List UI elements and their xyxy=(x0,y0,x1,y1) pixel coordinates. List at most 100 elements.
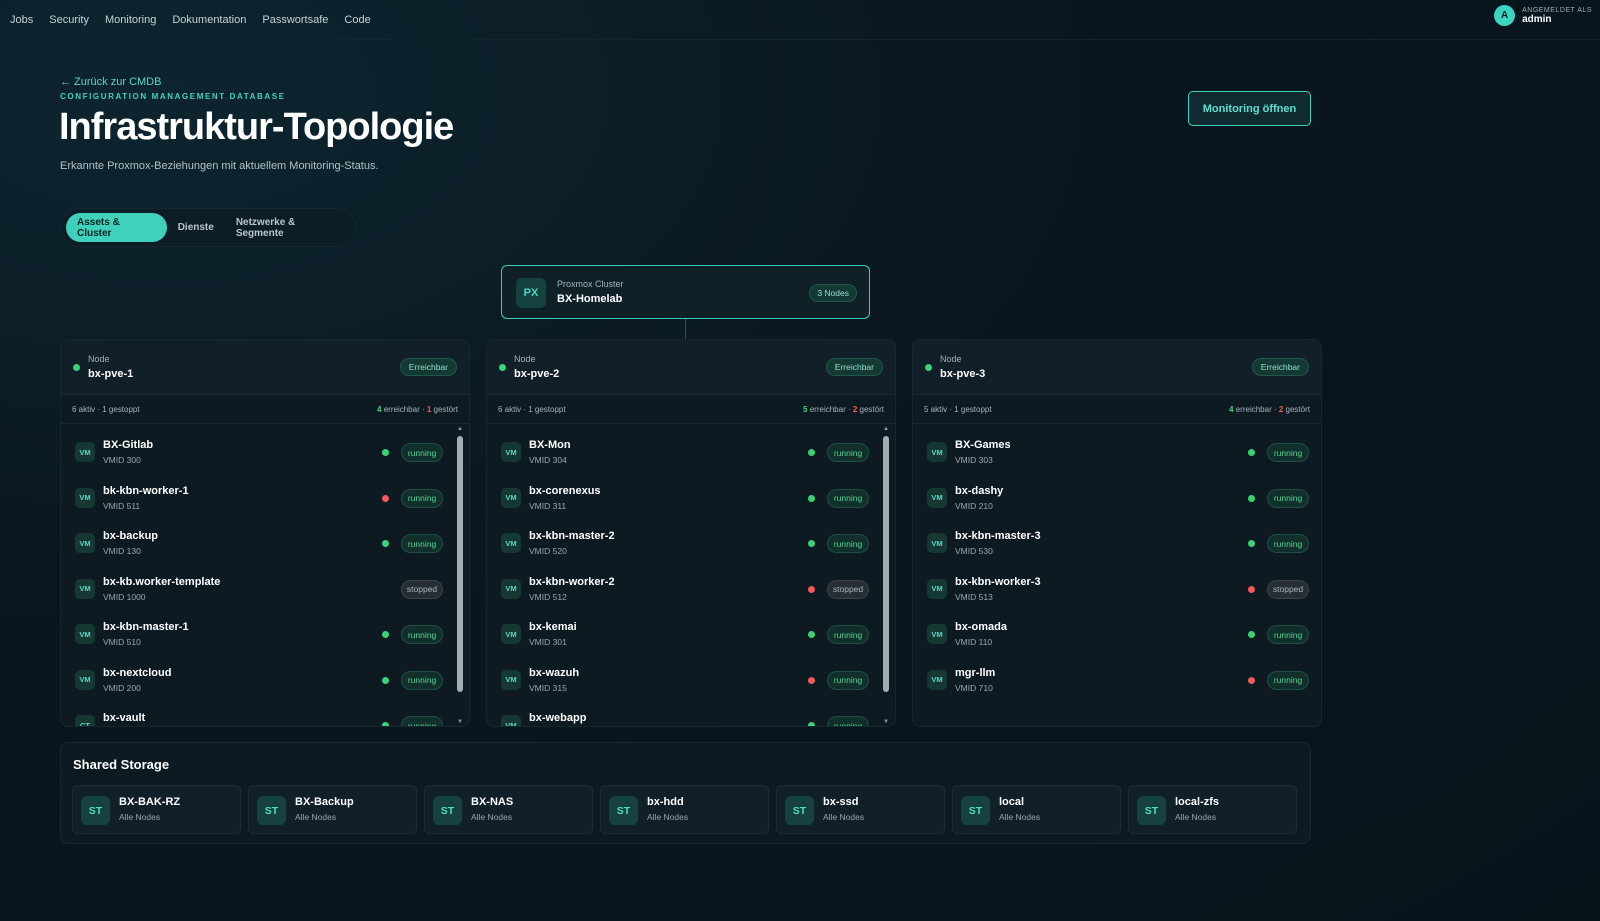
node-name: bx-pve-3 xyxy=(940,368,986,380)
cluster-connector-line xyxy=(685,319,686,339)
scrollbar-thumb[interactable] xyxy=(883,436,889,692)
cluster-type-label: Proxmox Cluster xyxy=(557,279,624,289)
vm-row[interactable]: VM bx-kb.worker-template VMID 1000 stopped xyxy=(61,569,469,615)
cluster-card[interactable]: PX Proxmox Cluster BX-Homelab 3 Nodes xyxy=(501,265,870,319)
node-status-dot xyxy=(499,364,506,371)
vm-id: VMID 304 xyxy=(529,455,567,465)
vm-row[interactable]: VM bx-kbn-worker-2 VMID 512 stopped xyxy=(487,569,895,615)
storage-card[interactable]: ST local-zfs Alle Nodes xyxy=(1128,785,1297,834)
vm-row[interactable]: CT bx-vault running xyxy=(61,705,469,726)
vm-name: bx-kb.worker-template xyxy=(103,575,221,588)
storage-card[interactable]: ST BX-Backup Alle Nodes xyxy=(248,785,417,834)
tab-dienste[interactable]: Dienste xyxy=(167,213,225,242)
vm-state-badge: running xyxy=(1267,670,1309,690)
vm-icon: VM xyxy=(927,533,947,553)
vm-id: VMID 311 xyxy=(529,500,567,511)
vm-list-scrollbar[interactable]: ▲ ▼ xyxy=(456,425,464,726)
storage-scope: Alle Nodes xyxy=(471,812,513,822)
nav-link-code[interactable]: Code xyxy=(344,14,370,26)
vm-name: bk-kbn-worker-1 xyxy=(103,484,189,497)
back-link[interactable]: ← Zurück zur CMDB xyxy=(60,76,161,88)
vm-id: VMID 130 xyxy=(103,546,141,556)
vm-row[interactable]: VM bx-kbn-master-1 VMID 510 running xyxy=(61,614,469,660)
error-label: gestört xyxy=(1283,405,1310,414)
vm-row[interactable]: VM bx-omada VMID 110 running xyxy=(913,614,1321,660)
storage-card[interactable]: ST BX-NAS Alle Nodes xyxy=(424,785,593,834)
scroll-up-icon[interactable]: ▲ xyxy=(456,425,464,433)
proxmox-icon: PX xyxy=(516,278,546,308)
vm-state-badge: running xyxy=(827,625,869,644)
node-count-badge: 3 Nodes xyxy=(809,284,857,302)
vm-icon: VM xyxy=(501,442,521,462)
vm-row[interactable]: VM bx-kbn-master-3 VMID 530 running xyxy=(913,523,1321,569)
storage-name: bx-ssd xyxy=(823,796,859,808)
avatar[interactable]: A xyxy=(1494,5,1516,26)
node-stats-health: 5 erreichbar · 2 gestört xyxy=(803,405,884,414)
scroll-down-icon[interactable]: ▼ xyxy=(456,718,464,726)
vm-row[interactable]: VM BX-Mon VMID 304 running xyxy=(487,432,895,478)
vm-state-badge: running xyxy=(401,488,443,508)
node-card[interactable]: Node bx-pve-2 Erreichbar 6 aktiv · 1 gestop… xyxy=(486,339,896,727)
node-header: Node bx-pve-1 Erreichbar xyxy=(61,340,469,395)
nav-link-monitoring[interactable]: Monitoring xyxy=(105,14,156,26)
vm-icon: VM xyxy=(927,624,947,644)
nav-link-passwortsafe[interactable]: Passwortsafe xyxy=(262,14,328,26)
health-dot xyxy=(808,585,815,593)
vm-name: BX-Games xyxy=(955,439,1011,451)
vm-row[interactable]: VM bx-nextcloud VMID 200 running xyxy=(61,660,469,706)
node-status-dot xyxy=(73,364,80,371)
error-label: gestört xyxy=(431,405,458,414)
node-stats-active: 6 aktiv · 1 gestoppt xyxy=(72,405,140,414)
storage-card[interactable]: ST local Alle Nodes xyxy=(952,785,1121,834)
vm-row[interactable]: VM bx-dashy VMID 210 running xyxy=(913,478,1321,524)
node-card[interactable]: Node bx-pve-3 Erreichbar 5 aktiv · 1 gestop… xyxy=(912,339,1322,727)
vm-row[interactable]: VM bx-kbn-worker-3 VMID 513 stopped xyxy=(913,569,1321,615)
storage-icon: ST xyxy=(609,796,638,825)
vm-state-badge: running xyxy=(1267,443,1309,462)
vm-name: bx-wazuh xyxy=(529,666,580,679)
node-name: bx-pve-2 xyxy=(514,368,560,380)
scroll-up-icon[interactable]: ▲ xyxy=(882,425,890,433)
vm-row[interactable]: VM BX-Games VMID 303 running xyxy=(913,432,1321,478)
vm-row[interactable]: VM bx-webapp running xyxy=(487,705,895,726)
node-header: Node bx-pve-2 Erreichbar xyxy=(487,340,895,395)
tab-assets-cluster[interactable]: Assets & Cluster xyxy=(66,213,167,242)
vm-list: VM BX-Mon VMID 304 running VM bx-corenexus VMI… xyxy=(487,425,895,726)
vm-row[interactable]: VM BX-Gitlab VMID 300 running xyxy=(61,432,469,478)
user-info: ANGEMELDET ALS admin xyxy=(1522,7,1592,25)
vm-row[interactable]: VM bx-kemai VMID 301 running xyxy=(487,614,895,660)
open-monitoring-button[interactable]: Monitoring öffnen xyxy=(1188,91,1311,126)
vm-icon: VM xyxy=(501,715,521,726)
vm-list-scrollbar[interactable]: ▲ ▼ xyxy=(882,425,890,726)
nav-link-jobs[interactable]: Jobs xyxy=(10,14,33,26)
vm-icon: VM xyxy=(927,442,947,462)
vm-row[interactable]: VM bx-kbn-master-2 VMID 520 running xyxy=(487,523,895,569)
user-menu[interactable]: A ANGEMELDET ALS admin xyxy=(1494,5,1592,26)
vm-row[interactable]: VM bx-backup VMID 130 running xyxy=(61,523,469,569)
vm-id: VMID 530 xyxy=(955,546,993,556)
page-kicker: CONFIGURATION MANAGEMENT DATABASE xyxy=(60,92,286,101)
vm-id: VMID 200 xyxy=(103,682,141,693)
vm-icon: VM xyxy=(75,669,95,690)
tab-netzwerke-segmente[interactable]: Netzwerke & Segmente xyxy=(225,213,355,242)
vm-row[interactable]: VM bx-corenexus VMID 311 running xyxy=(487,478,895,524)
scroll-down-icon[interactable]: ▼ xyxy=(882,718,890,726)
vm-name: bx-kbn-worker-3 xyxy=(955,575,1041,588)
storage-scope: Alle Nodes xyxy=(295,812,337,822)
nav-link-security[interactable]: Security xyxy=(49,14,89,26)
storage-scope: Alle Nodes xyxy=(823,812,865,822)
vm-row[interactable]: VM mgr-llm VMID 710 running xyxy=(913,660,1321,706)
vm-state-badge: running xyxy=(827,716,869,726)
vm-row[interactable]: VM bk-kbn-worker-1 VMID 511 running xyxy=(61,478,469,524)
vm-row[interactable]: VM bx-wazuh VMID 315 running xyxy=(487,660,895,706)
vm-id: VMID 510 xyxy=(103,637,141,647)
vm-name: bx-kbn-master-1 xyxy=(103,621,189,633)
vm-name: bx-kbn-master-3 xyxy=(955,530,1041,542)
vm-name: bx-kbn-worker-2 xyxy=(529,575,615,588)
nav-link-dokumentation[interactable]: Dokumentation xyxy=(172,14,246,26)
node-card[interactable]: Node bx-pve-1 Erreichbar 6 aktiv · 1 gestop… xyxy=(60,339,470,727)
scrollbar-thumb[interactable] xyxy=(457,436,463,692)
storage-card[interactable]: ST BX-BAK-RZ Alle Nodes xyxy=(72,785,241,834)
storage-card[interactable]: ST bx-hdd Alle Nodes xyxy=(600,785,769,834)
storage-card[interactable]: ST bx-ssd Alle Nodes xyxy=(776,785,945,834)
